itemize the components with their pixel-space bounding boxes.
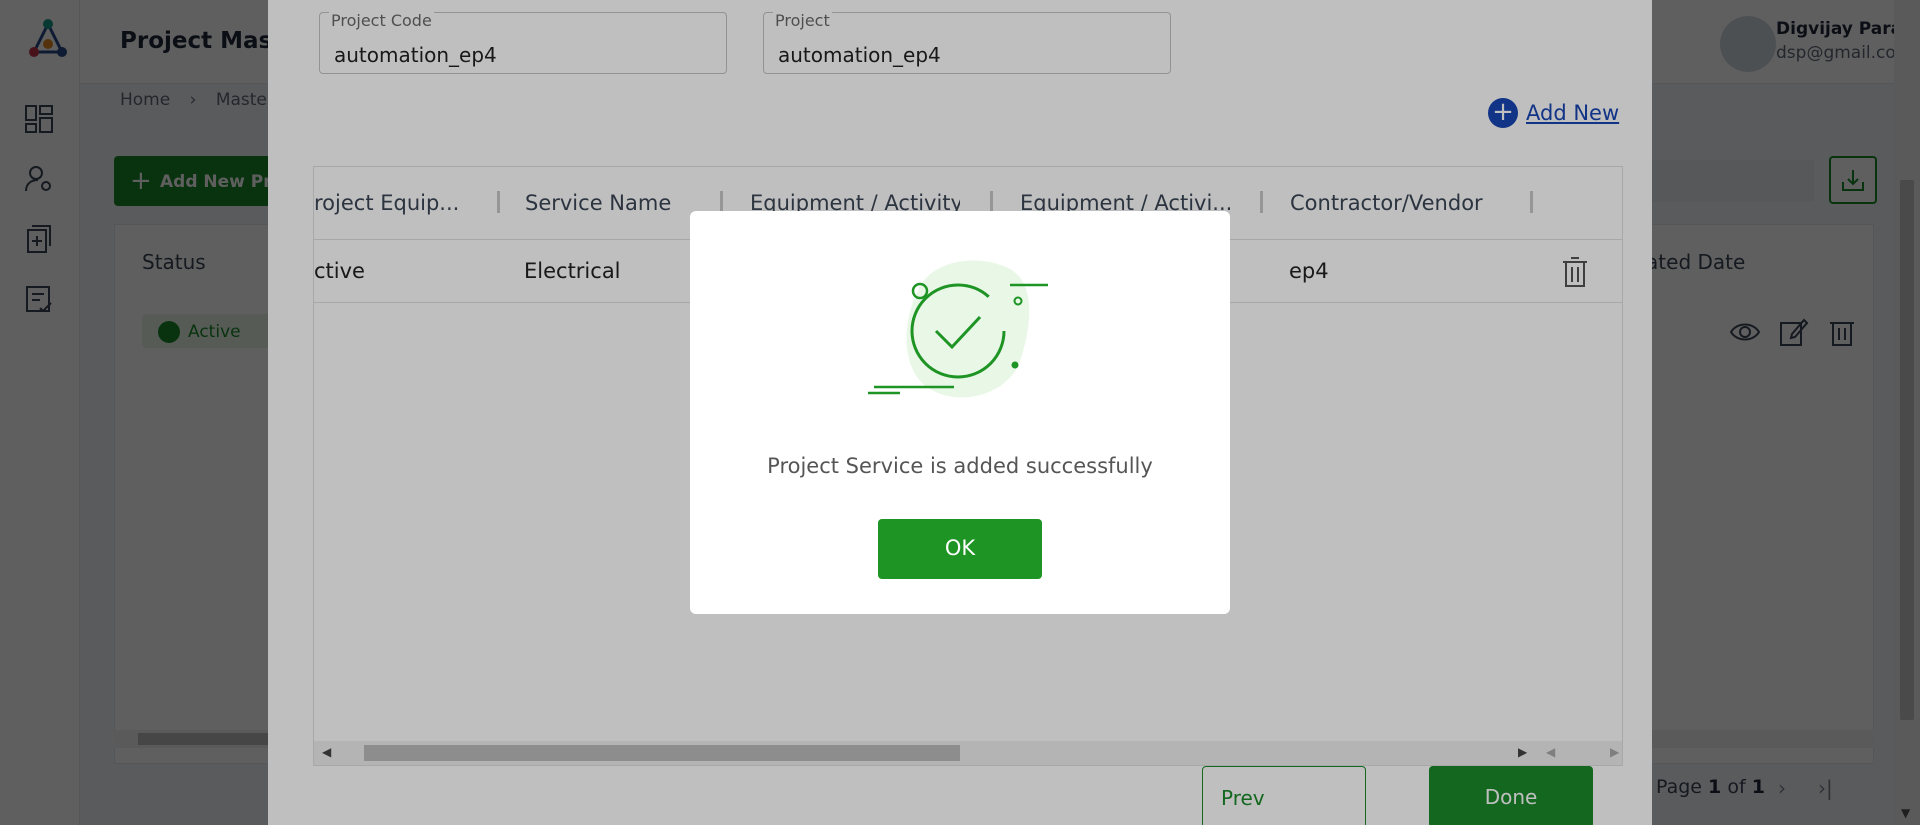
ok-button[interactable]: OK xyxy=(878,519,1042,579)
success-dialog: Project Service is added successfully OK xyxy=(690,211,1230,614)
success-check-icon xyxy=(868,260,1048,398)
success-message: Project Service is added successfully xyxy=(767,454,1153,478)
